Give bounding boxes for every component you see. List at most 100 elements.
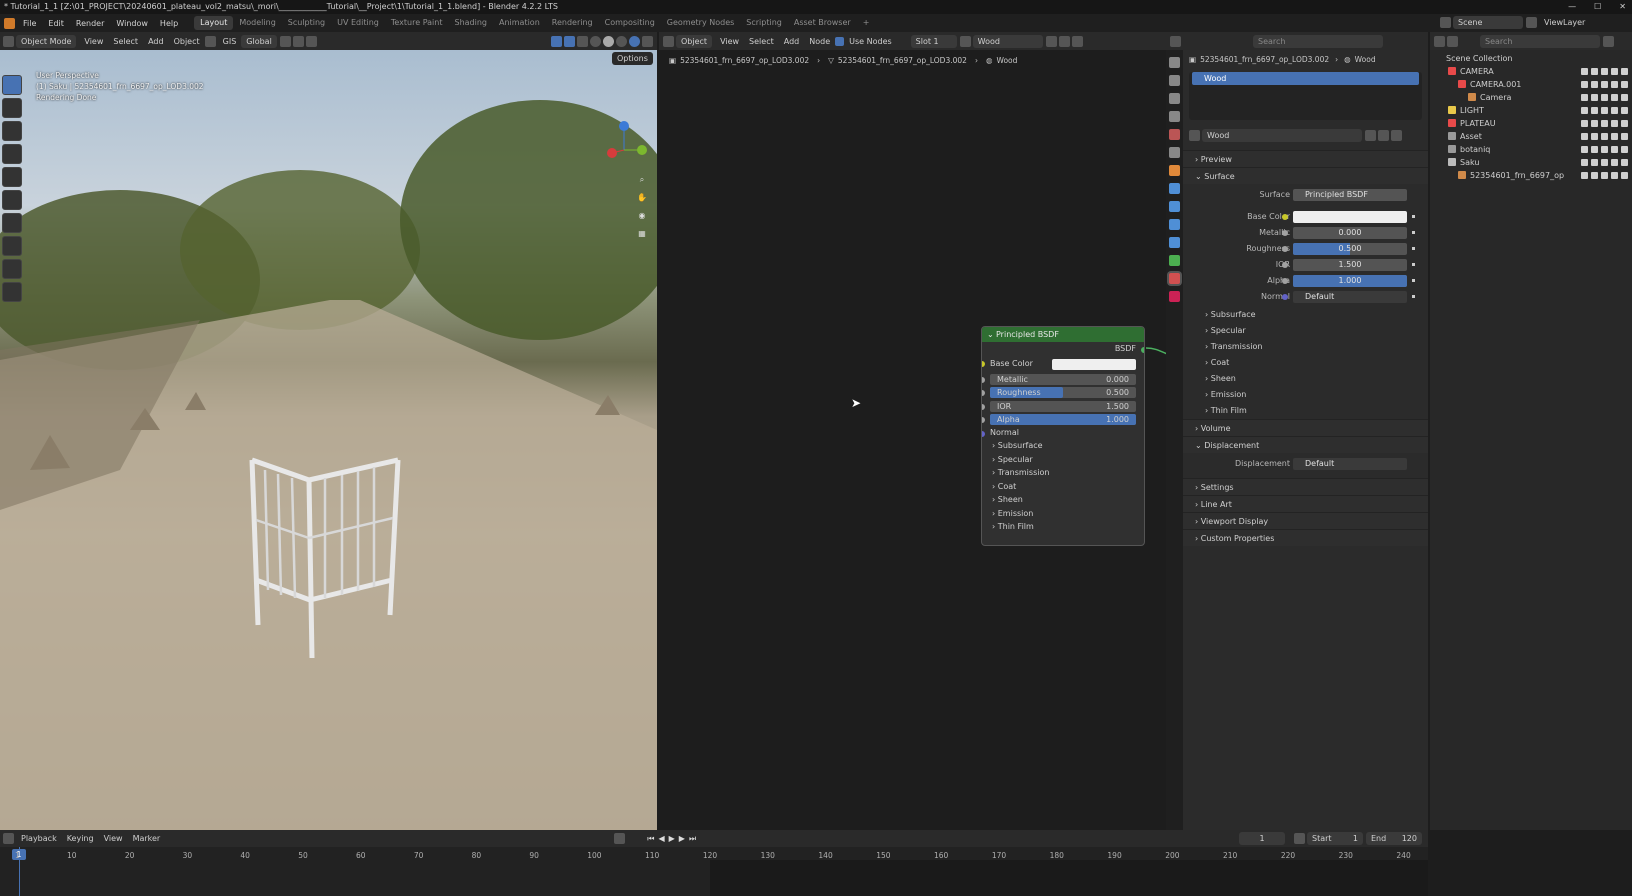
eye-icon[interactable]	[1601, 120, 1608, 127]
node-field-ior[interactable]: IOR 1.500	[990, 400, 1136, 412]
field-socket[interactable]	[982, 376, 985, 383]
constraints-tab-icon[interactable]	[1169, 237, 1180, 248]
select-arrow-icon[interactable]	[1591, 159, 1598, 166]
property-field-base-color[interactable]	[1293, 211, 1407, 223]
surface-shader-field[interactable]: Principled BSDF	[1293, 189, 1407, 201]
exclude-checkbox-icon[interactable]	[1581, 81, 1588, 88]
exclude-checkbox-icon[interactable]	[1581, 159, 1588, 166]
minimize-icon[interactable]: —	[1568, 0, 1576, 14]
shield-icon[interactable]	[1365, 129, 1376, 141]
exclude-checkbox-icon[interactable]	[1581, 146, 1588, 153]
editor-type-icon[interactable]	[3, 35, 14, 47]
monitor-icon[interactable]	[1611, 120, 1618, 127]
eye-icon[interactable]	[1601, 159, 1608, 166]
jump-end-icon[interactable]: ⏭	[689, 834, 700, 843]
tab-asset-browser[interactable]: Asset Browser	[788, 16, 857, 30]
select-arrow-icon[interactable]	[1591, 172, 1598, 179]
physics-tab-icon[interactable]	[1169, 219, 1180, 230]
property-socket-icon[interactable]	[1282, 278, 1288, 284]
use-nodes-checkbox[interactable]	[835, 36, 845, 46]
blender-logo-icon[interactable]	[4, 17, 15, 29]
collapse-icon[interactable]: ⌄	[987, 327, 994, 342]
outliner-item[interactable]: Camera	[1430, 91, 1632, 104]
start-frame-field[interactable]: Start 1	[1307, 832, 1363, 845]
eye-icon[interactable]	[1601, 68, 1608, 75]
keyframe-dot-icon[interactable]	[1412, 215, 1415, 218]
outliner-item[interactable]: botaniq	[1430, 143, 1632, 156]
viewport-menu-view[interactable]: View	[79, 37, 108, 46]
eye-icon[interactable]	[1601, 133, 1608, 140]
outliner-item[interactable]: LIGHT	[1430, 104, 1632, 117]
particles-tab-icon[interactable]	[1169, 201, 1180, 212]
props-subpanel-coat[interactable]: › Coat	[1183, 355, 1428, 371]
cursor-tool-icon[interactable]	[2, 98, 22, 118]
node-subpanel-transmission[interactable]: › Transmission	[982, 466, 1144, 480]
tab-uv-editing[interactable]: UV Editing	[331, 16, 385, 30]
menu-help[interactable]: Help	[154, 19, 184, 28]
camera-render-icon[interactable]	[1621, 94, 1628, 101]
grid-view-icon[interactable]: ▦	[632, 229, 652, 247]
proportional-edit-icon[interactable]	[305, 35, 317, 47]
gis-menu[interactable]: GIS	[218, 37, 242, 46]
material-sphere-icon[interactable]	[959, 35, 971, 47]
node-menu-select[interactable]: Select	[744, 37, 779, 46]
monitor-icon[interactable]	[1611, 133, 1618, 140]
pan-hand-icon[interactable]: ✋	[632, 193, 652, 211]
props-subpanel-thin-film[interactable]: › Thin Film	[1183, 403, 1428, 419]
display-mode-icon[interactable]	[1447, 35, 1458, 47]
node-subpanel-emission[interactable]: › Emission	[982, 507, 1144, 521]
auto-key-icon[interactable]	[614, 833, 626, 844]
monitor-icon[interactable]	[1611, 81, 1618, 88]
exclude-checkbox-icon[interactable]	[1581, 68, 1588, 75]
prev-key-icon[interactable]: ◀	[658, 834, 668, 843]
move-tool-icon[interactable]	[2, 121, 22, 141]
timeline-menu-view[interactable]: View	[99, 834, 128, 843]
world-tab-icon[interactable]	[1169, 147, 1180, 158]
tab-animation[interactable]: Animation	[493, 16, 546, 30]
monitor-icon[interactable]	[1611, 94, 1618, 101]
select-arrow-icon[interactable]	[1591, 68, 1598, 75]
current-frame-field[interactable]: 1	[1239, 832, 1285, 845]
breadcrumb-material[interactable]: Wood	[996, 56, 1017, 65]
node-subpanel-specular[interactable]: › Specular	[982, 453, 1144, 467]
props-subpanel-specular[interactable]: › Specular	[1183, 323, 1428, 339]
view-layer-selector[interactable]: ViewLayer	[1539, 18, 1590, 27]
exclude-checkbox-icon[interactable]	[1581, 172, 1588, 179]
props-subpanel-transmission[interactable]: › Transmission	[1183, 339, 1428, 355]
field-socket[interactable]	[982, 390, 985, 396]
fake-user-icon[interactable]	[1045, 35, 1057, 47]
breadcrumb-object[interactable]: 52354601_frn_6697_op_LOD3.002	[680, 56, 809, 65]
node-subpanel-sheen[interactable]: › Sheen	[982, 493, 1144, 507]
select-arrow-icon[interactable]	[1591, 120, 1598, 127]
eye-icon[interactable]	[1601, 146, 1608, 153]
shading-material-icon[interactable]	[616, 35, 627, 47]
transform-tool-icon[interactable]	[2, 190, 22, 210]
rotate-tool-icon[interactable]	[2, 144, 22, 164]
property-socket-icon[interactable]	[1282, 262, 1288, 268]
camera-render-icon[interactable]	[1621, 133, 1628, 140]
view-layer-icon[interactable]	[1526, 17, 1537, 28]
node-field-roughness[interactable]: Roughness 0.500	[990, 387, 1136, 398]
normal-socket[interactable]	[982, 430, 985, 437]
orientation-selector[interactable]: Global	[241, 34, 277, 48]
panel-custom-properties[interactable]: › Custom Properties	[1183, 529, 1428, 546]
options-button[interactable]: Options	[612, 52, 653, 65]
timeline-menu-keying[interactable]: Keying	[62, 834, 99, 843]
displacement-field[interactable]: Default	[1293, 458, 1407, 470]
outliner-item[interactable]: 52354601_frn_6697_op	[1430, 169, 1632, 182]
camera-render-icon[interactable]	[1621, 107, 1628, 114]
timeline-menu-playback[interactable]: Playback	[16, 834, 62, 843]
field-socket[interactable]	[982, 417, 985, 423]
select-arrow-icon[interactable]	[1591, 81, 1598, 88]
displacement-panel[interactable]: ⌄ Displacement	[1183, 436, 1428, 453]
maximize-icon[interactable]: ☐	[1594, 0, 1601, 14]
panel-viewport-display[interactable]: › Viewport Display	[1183, 512, 1428, 529]
play-icon[interactable]: ▶	[669, 834, 679, 843]
duplicate-material-icon[interactable]	[1058, 35, 1070, 47]
material-tab-icon[interactable]	[1169, 273, 1180, 284]
exclude-checkbox-icon[interactable]	[1581, 94, 1588, 101]
shader-type-selector[interactable]: Object	[676, 34, 713, 48]
texture-tab-icon[interactable]	[1169, 291, 1180, 302]
property-socket-icon[interactable]	[1282, 294, 1288, 300]
zoom-icon[interactable]: ⌕	[632, 175, 652, 193]
